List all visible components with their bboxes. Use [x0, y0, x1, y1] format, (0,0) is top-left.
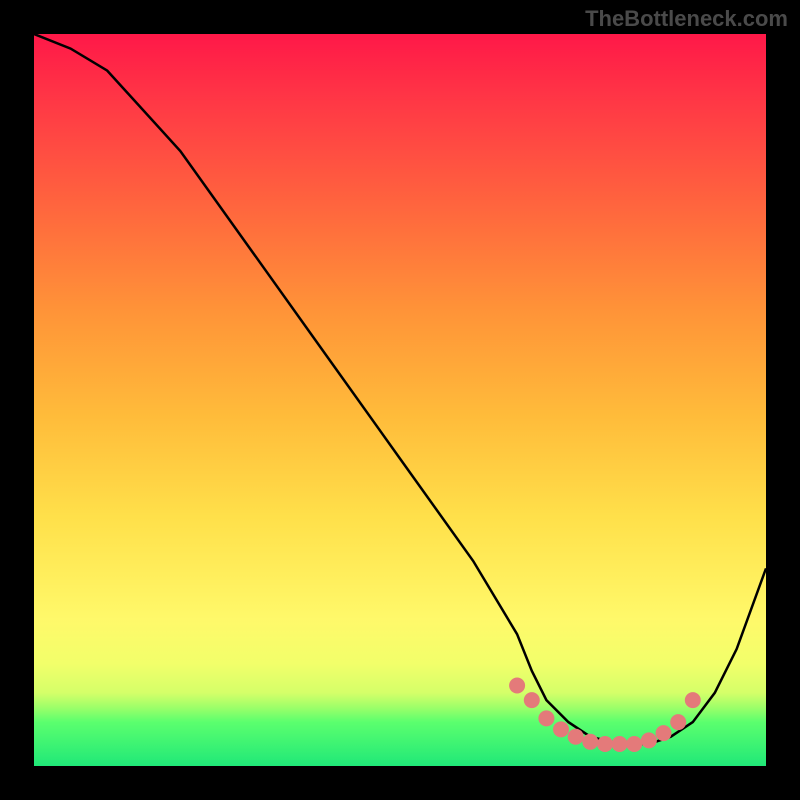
highlight-dot — [612, 736, 628, 752]
chart-frame: TheBottleneck.com — [0, 0, 800, 800]
chart-svg — [34, 34, 766, 766]
highlight-dot — [685, 692, 701, 708]
highlight-dot — [509, 678, 525, 694]
highlight-dot — [670, 714, 686, 730]
highlight-dot — [582, 734, 598, 750]
bottleneck-curve — [34, 34, 766, 744]
chart-plot-area — [34, 34, 766, 766]
highlight-dot — [626, 736, 642, 752]
watermark-text: TheBottleneck.com — [585, 6, 788, 32]
highlight-dot — [524, 692, 540, 708]
highlight-dot — [597, 736, 613, 752]
highlight-dot — [656, 725, 672, 741]
highlight-dot — [641, 732, 657, 748]
highlight-dots — [509, 678, 701, 753]
highlight-dot — [553, 721, 569, 737]
highlight-dot — [568, 729, 584, 745]
highlight-dot — [538, 710, 554, 726]
